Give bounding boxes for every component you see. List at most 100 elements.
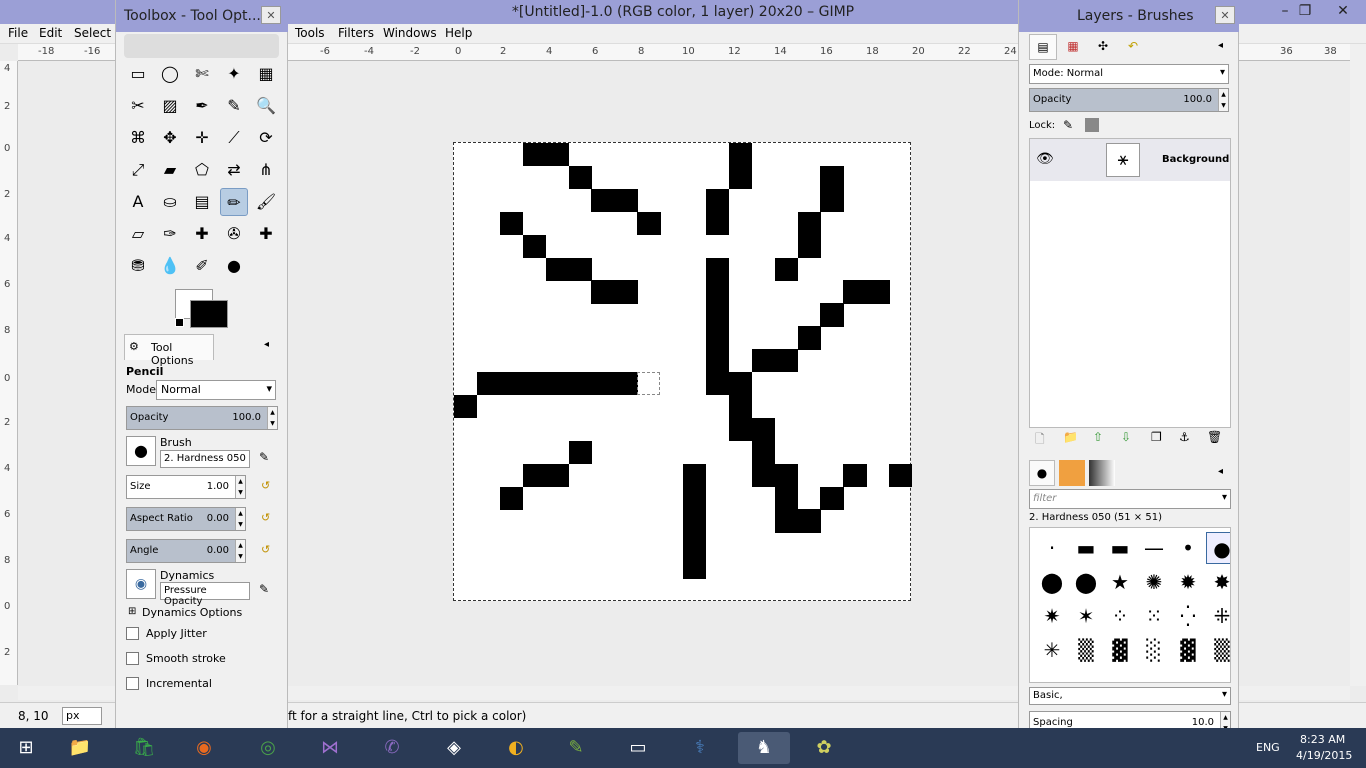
crop-tool-icon[interactable]: ⟋ <box>220 124 248 152</box>
zoom-tool-icon[interactable]: 🔍 <box>252 92 280 120</box>
gimp-icon[interactable]: ♞ <box>738 732 790 764</box>
brush-thumbnail[interactable]: ▬ <box>1070 532 1102 564</box>
dodge-burn-tool-icon[interactable]: ● <box>220 252 248 280</box>
size-spinner[interactable]: ▲ ▼ <box>235 476 245 498</box>
blur-tool-icon[interactable]: 💧 <box>156 252 184 280</box>
smooth-stroke-checkbox[interactable] <box>126 652 139 665</box>
brush-thumbnail[interactable]: ✳ <box>1036 634 1068 666</box>
brush-thumbnail[interactable]: ★ <box>1104 566 1136 598</box>
smudge-tool-icon[interactable]: ✐ <box>188 252 216 280</box>
layer-mode-select[interactable]: Mode: Normal ▾ <box>1029 64 1229 84</box>
layer-name[interactable]: Background <box>1162 154 1229 165</box>
anchor-layer-icon[interactable]: ⚓ <box>1179 430 1190 444</box>
reset-size-icon[interactable]: ↺ <box>261 479 270 492</box>
clone-tool-icon[interactable]: ✇ <box>220 220 248 248</box>
aspect-ratio-slider[interactable]: Aspect Ratio 0.00 ▲ ▼ <box>126 507 246 531</box>
tab-menu-icon[interactable]: ◂ <box>1218 466 1223 477</box>
scissors-tool-icon[interactable]: ✂ <box>124 92 152 120</box>
perspective-clone-tool-icon[interactable]: ⛃ <box>124 252 152 280</box>
default-colors-icon[interactable] <box>175 318 184 327</box>
aspect-ratio-spinner[interactable]: ▲ ▼ <box>235 508 245 530</box>
brush-thumbnail[interactable]: ▓ <box>1172 634 1204 666</box>
firefox-icon[interactable]: ◉ <box>184 732 224 764</box>
maximize-button[interactable]: ❐ <box>1290 0 1320 22</box>
dynamics-options-expander[interactable]: Dynamics Options <box>142 606 242 619</box>
eye-icon[interactable]: 👁 <box>1036 151 1054 167</box>
brush-thumbnail[interactable]: ▬ <box>1104 532 1136 564</box>
brush-filter-input[interactable]: filter ▾ <box>1029 489 1231 509</box>
cage-transform-tool-icon[interactable]: ⋔ <box>252 156 280 184</box>
file-explorer-icon[interactable]: 📁 <box>60 732 100 764</box>
vertical-ruler[interactable]: 4 2 0 2 4 6 8 0 2 4 6 8 0 2 <box>0 61 18 685</box>
new-layer-group-icon[interactable]: 📁 <box>1063 430 1078 444</box>
tab-channels[interactable]: ▦ <box>1059 34 1087 60</box>
unity-icon[interactable]: ◈ <box>434 732 474 764</box>
python-icon[interactable]: ⚕ <box>680 732 720 764</box>
menu-edit[interactable]: Edit <box>39 26 62 40</box>
tab-patterns[interactable] <box>1059 460 1085 486</box>
brush-thumbnail[interactable]: ● <box>1206 532 1230 564</box>
fuzzy-select-tool-icon[interactable]: ✦ <box>220 60 248 88</box>
flip-tool-icon[interactable]: ⇄ <box>220 156 248 184</box>
wilber-drop-area[interactable] <box>124 34 279 58</box>
layer-opacity-spinner[interactable]: ▲ ▼ <box>1218 89 1228 111</box>
alignment-tool-icon[interactable]: ✛ <box>188 124 216 152</box>
brush-thumbnail[interactable]: ✺ <box>1138 566 1170 598</box>
viber-icon[interactable]: ✆ <box>372 732 412 764</box>
scale-tool-icon[interactable]: ⤢ <box>124 156 152 184</box>
dynamics-field[interactable]: Pressure Opacity <box>160 582 250 607</box>
store-icon[interactable]: 🛍 <box>124 732 164 764</box>
size-slider[interactable]: Size 1.00 ▲ ▼ <box>126 475 246 499</box>
app-icon[interactable]: ◐ <box>496 732 536 764</box>
tab-layers[interactable]: ▤ <box>1029 34 1057 60</box>
brush-thumbnail[interactable]: ✹ <box>1172 566 1204 598</box>
new-layer-icon[interactable]: 🗋 <box>1035 430 1045 451</box>
lock-alpha-icon[interactable] <box>1085 118 1099 132</box>
layer-row[interactable]: 👁 ⚹ Background <box>1030 139 1230 181</box>
close-button[interactable]: ✕ <box>1328 0 1358 22</box>
paint-icon[interactable]: ✿ <box>804 732 844 764</box>
select-by-color-tool-icon[interactable]: ▦ <box>252 60 280 88</box>
menu-filters[interactable]: Filters <box>338 26 374 40</box>
ink-tool-icon[interactable]: ✚ <box>188 220 216 248</box>
menu-help[interactable]: Help <box>445 26 472 40</box>
windows-start-icon[interactable]: ⊞ <box>6 732 46 764</box>
bucket-fill-tool-icon[interactable]: ⛀ <box>156 188 184 216</box>
chrome-icon[interactable]: ◎ <box>248 732 288 764</box>
airbrush-tool-icon[interactable]: ✑ <box>156 220 184 248</box>
foreground-select-tool-icon[interactable]: ▨ <box>156 92 184 120</box>
tab-brushes[interactable]: ● <box>1029 460 1055 486</box>
brush-name-field[interactable]: 2. Hardness 050 <box>160 450 250 468</box>
notepad-plus-icon[interactable]: ✎ <box>556 732 596 764</box>
image-canvas[interactable] <box>453 142 913 601</box>
command-prompt-icon[interactable]: ▭ <box>618 732 658 764</box>
brush-thumbnail[interactable]: ✸ <box>1206 566 1230 598</box>
brush-thumbnail[interactable]: · <box>1036 532 1068 564</box>
paths-tool-icon[interactable]: ✒ <box>188 92 216 120</box>
pencil-tool-icon[interactable]: ✏ <box>220 188 248 216</box>
ellipse-select-tool-icon[interactable]: ◯ <box>156 60 184 88</box>
reset-angle-icon[interactable]: ↺ <box>261 543 270 556</box>
language-indicator[interactable]: ENG <box>1256 741 1280 754</box>
edit-brush-icon[interactable]: ✎ <box>259 450 269 464</box>
apply-jitter-checkbox[interactable] <box>126 627 139 640</box>
brush-thumbnail[interactable]: ⬤ <box>1070 566 1102 598</box>
brush-thumbnail[interactable]: ⁛ <box>1172 600 1204 632</box>
move-tool-icon[interactable]: ✥ <box>156 124 184 152</box>
edit-dynamics-icon[interactable]: ✎ <box>259 582 269 596</box>
tab-paths[interactable]: ✣ <box>1089 34 1117 60</box>
opacity-spinner[interactable]: ▲ ▼ <box>267 407 277 429</box>
incremental-checkbox[interactable] <box>126 677 139 690</box>
brush-thumbnail[interactable]: ✷ <box>1036 600 1068 632</box>
brush-grid[interactable]: · ▬ ▬ — • ● ⬤ ⬤ ★ ✺ ✹ ✸ ✷ ✶ ⁘ ⁙ ⁛ ⁜ ✳ ▒ ▓ ░ ▓ ▒ <box>1029 527 1231 683</box>
clock-time[interactable]: 8:23 AM <box>1300 733 1345 746</box>
paintbrush-tool-icon[interactable]: 🖌 <box>252 188 280 216</box>
measure-tool-icon[interactable]: ⌘ <box>124 124 152 152</box>
perspective-tool-icon[interactable]: ⬠ <box>188 156 216 184</box>
brush-thumbnail[interactable]: ▓ <box>1104 634 1136 666</box>
shear-tool-icon[interactable]: ▰ <box>156 156 184 184</box>
angle-spinner[interactable]: ▲ ▼ <box>235 540 245 562</box>
brush-thumbnail[interactable]: ⁘ <box>1104 600 1136 632</box>
opacity-slider[interactable]: Opacity 100.0 ▲ ▼ <box>126 406 278 430</box>
dynamics-preview[interactable]: ◉ <box>126 569 156 599</box>
